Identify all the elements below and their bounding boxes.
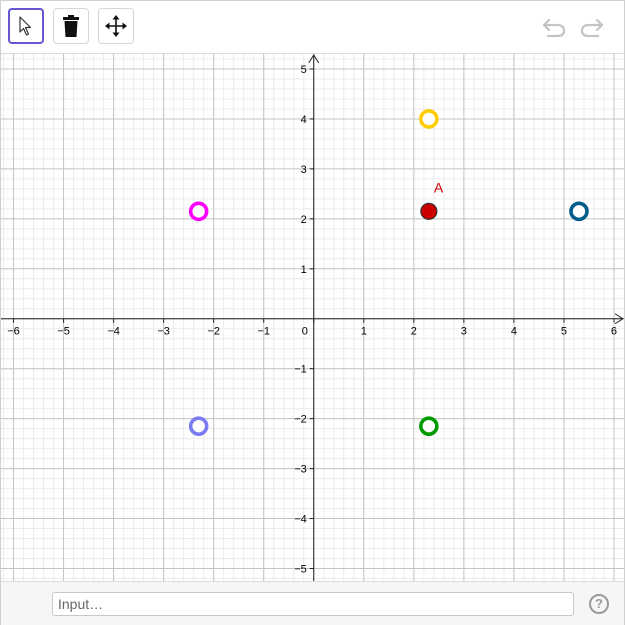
x-tick-label: 4 — [511, 326, 517, 338]
x-tick-label: −1 — [257, 326, 270, 338]
y-tick-label: 5 — [301, 64, 307, 76]
move-graphics-tool-button[interactable] — [98, 8, 134, 44]
point-green[interactable] — [419, 416, 439, 436]
algebra-input[interactable] — [52, 592, 574, 616]
undo-icon — [542, 18, 566, 38]
input-bar: ? — [1, 581, 624, 625]
y-tick-label: −5 — [294, 564, 307, 576]
geometry-app: −6 −5 −4 −3 −2 −1 0 1 2 3 4 5 6 −5 −4 −3 −2 −1 1 2 3 4 5 A ? — [0, 0, 625, 625]
delete-tool-button[interactable] — [53, 8, 89, 44]
y-tick-label: −4 — [294, 514, 307, 526]
point-magenta-marker — [188, 201, 209, 222]
point-teal-marker — [569, 201, 589, 222]
points-layer[interactable]: A — [188, 109, 589, 436]
x-tick-label: −5 — [57, 326, 70, 338]
point-lavender[interactable] — [188, 416, 209, 436]
x-tick-label: 5 — [561, 326, 567, 338]
x-tick-label: 3 — [461, 326, 467, 338]
help-icon: ? — [595, 596, 603, 611]
select-tool-button[interactable] — [8, 8, 44, 44]
y-tick-label: −3 — [294, 464, 307, 476]
point-yellow-marker — [419, 109, 439, 129]
help-button[interactable]: ? — [589, 594, 609, 614]
major-grid — [1, 54, 624, 581]
x-tick-label: −6 — [7, 326, 20, 338]
point-lavender-marker — [188, 416, 209, 436]
x-tick-label: 0 — [302, 326, 308, 338]
cursor-arrow-icon — [19, 16, 32, 36]
y-tick-label: 2 — [301, 214, 307, 226]
coordinate-plane[interactable]: −6 −5 −4 −3 −2 −1 0 1 2 3 4 5 6 −5 −4 −3 −2 −1 1 2 3 4 5 A — [1, 54, 624, 581]
x-tick-label: 6 — [611, 326, 617, 338]
y-tick-label: −2 — [294, 414, 307, 426]
axes — [1, 54, 624, 581]
y-tick-label: −1 — [294, 364, 307, 376]
point-a-label: A — [434, 179, 444, 195]
point-magenta[interactable] — [188, 201, 209, 222]
trash-icon — [63, 15, 79, 37]
point-a-marker — [420, 202, 438, 220]
move-arrows-icon — [105, 15, 127, 37]
point-green-marker — [419, 416, 439, 436]
x-tick-label: −2 — [207, 326, 220, 338]
y-tick-label: 4 — [301, 114, 307, 126]
graphics-view[interactable]: −6 −5 −4 −3 −2 −1 0 1 2 3 4 5 6 −5 −4 −3 −2 −1 1 2 3 4 5 A — [1, 54, 624, 581]
x-tick-label: −3 — [157, 326, 170, 338]
y-tick-label: 1 — [301, 264, 307, 276]
undo-button[interactable] — [539, 13, 569, 41]
x-tick-label: 1 — [361, 326, 367, 338]
point-teal[interactable] — [569, 201, 589, 222]
toolbar — [1, 1, 624, 54]
redo-icon — [580, 18, 604, 38]
x-tick-label: −4 — [107, 326, 120, 338]
minor-grid — [1, 54, 624, 581]
redo-button[interactable] — [577, 13, 607, 41]
y-tick-label: 3 — [301, 164, 307, 176]
point-yellow[interactable] — [419, 109, 439, 129]
x-tick-label: 2 — [411, 326, 417, 338]
